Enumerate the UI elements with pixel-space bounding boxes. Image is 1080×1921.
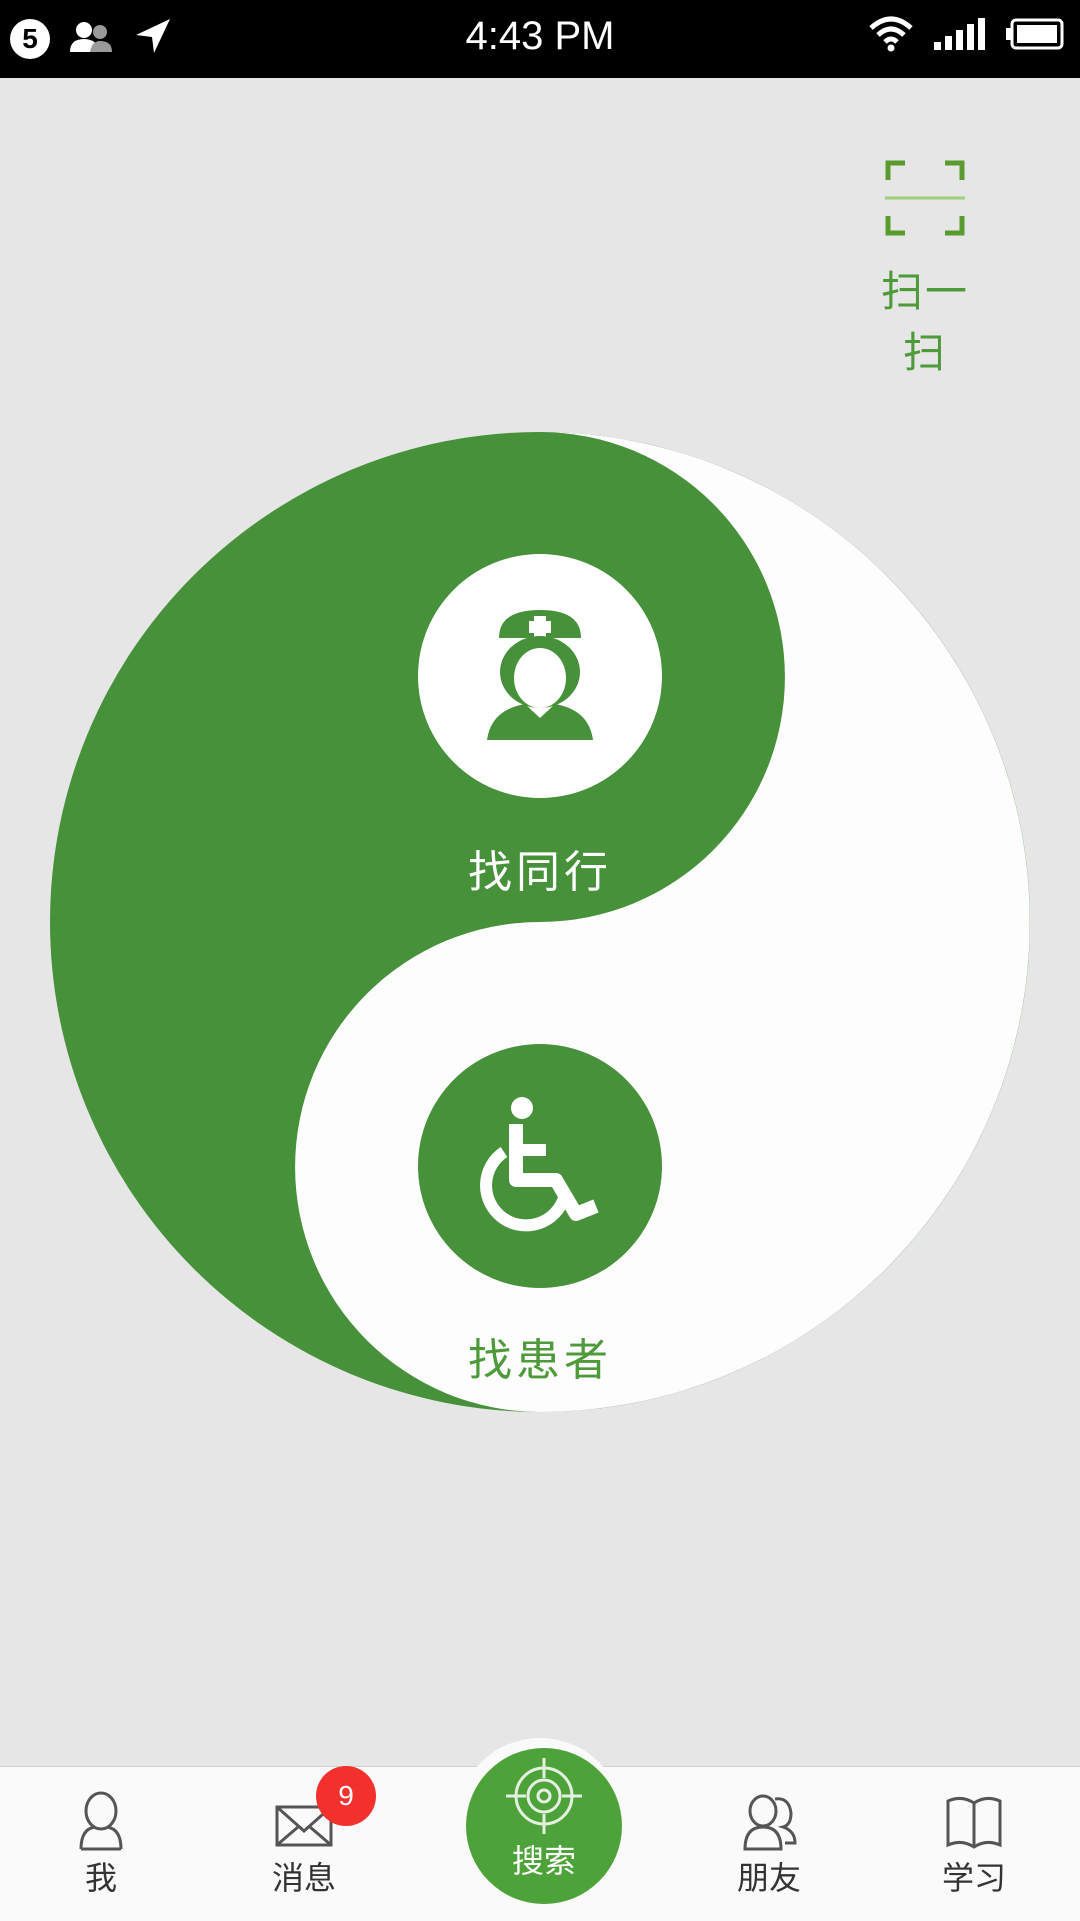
book-icon (894, 1791, 1054, 1851)
tab-messages-label: 消息 (271, 1859, 336, 1897)
find-colleague-label: 找同行 (468, 847, 612, 898)
tab-learning-label: 学习 (941, 1859, 1006, 1897)
status-right (868, 16, 1066, 56)
wifi-icon (868, 16, 914, 56)
find-patient-label: 找患者 (468, 1335, 612, 1386)
tab-friends[interactable]: 朋友 (689, 1791, 849, 1899)
battery-icon (1006, 17, 1066, 55)
tab-learning[interactable]: 学习 (894, 1791, 1054, 1899)
find-colleague-button[interactable] (418, 554, 662, 798)
friends-icon (689, 1791, 849, 1851)
person-icon (21, 1791, 181, 1851)
tab-friends-label: 朋友 (736, 1859, 801, 1897)
messages-badge: 9 (316, 1766, 376, 1826)
crosshair-icon (466, 1756, 622, 1836)
status-bar: 5 4:43 PM (0, 0, 1080, 78)
nurse-icon (485, 606, 595, 746)
tab-me[interactable]: 我 (21, 1791, 181, 1899)
tab-search-label: 搜索 (511, 1842, 576, 1880)
tab-me-label: 我 (84, 1859, 117, 1897)
find-patient-button[interactable] (418, 1044, 662, 1288)
scan-label: 扫一扫 (880, 267, 969, 377)
wheelchair-icon (480, 1094, 600, 1238)
search-button[interactable]: 搜索 (466, 1748, 622, 1904)
scan-frame-icon (860, 160, 990, 236)
signal-icon (932, 16, 988, 56)
scan-button[interactable]: 扫一扫 (860, 160, 990, 380)
